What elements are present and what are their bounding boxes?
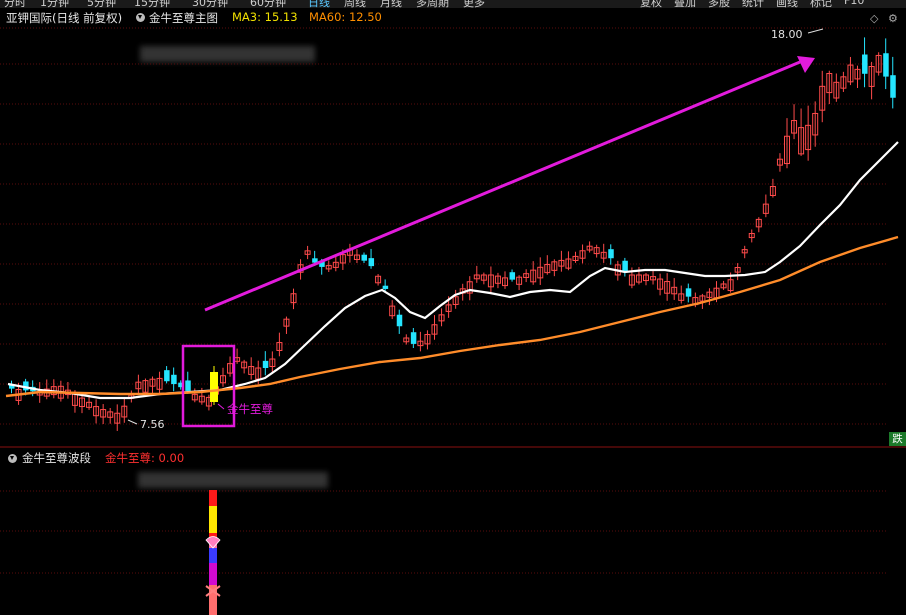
candle-body	[368, 258, 375, 267]
wave-bar-segment	[209, 506, 217, 533]
candlestick-chart: 18.00 7.56 金牛至尊	[0, 27, 906, 615]
wave-bar-segment	[209, 563, 217, 585]
candle-body	[862, 54, 868, 74]
wave-bar-segment	[209, 490, 217, 506]
candle-body	[622, 260, 628, 272]
candle-body	[410, 332, 417, 344]
high-price-label: 18.00	[771, 28, 803, 41]
high-pointer-line	[807, 28, 824, 34]
moving-averages	[5, 141, 899, 400]
trend-arrow-line	[204, 60, 801, 312]
trend-arrow-head	[797, 56, 815, 73]
low-pointer-line	[127, 419, 138, 425]
ma-long-line	[5, 235, 899, 398]
wave-bar-segment	[209, 548, 217, 563]
ma-short-line	[7, 141, 899, 400]
candle-body	[185, 380, 191, 391]
candle-body	[164, 370, 170, 382]
candle-body	[685, 288, 692, 297]
sub-panel-bars	[205, 490, 221, 615]
signal-pointer-line	[217, 403, 225, 410]
candle-body	[382, 285, 389, 289]
candle-body	[171, 374, 177, 385]
candle-body	[608, 249, 614, 259]
candle-body	[361, 254, 367, 261]
candle-body	[509, 272, 516, 280]
candle-body	[883, 53, 889, 77]
candle-body	[262, 360, 269, 368]
candle-body	[890, 75, 896, 98]
heart-icon	[205, 536, 221, 549]
low-price-label: 7.56	[140, 418, 165, 431]
candles	[9, 37, 896, 431]
signal-label: 金牛至尊	[227, 402, 273, 416]
candle-body	[396, 314, 403, 327]
